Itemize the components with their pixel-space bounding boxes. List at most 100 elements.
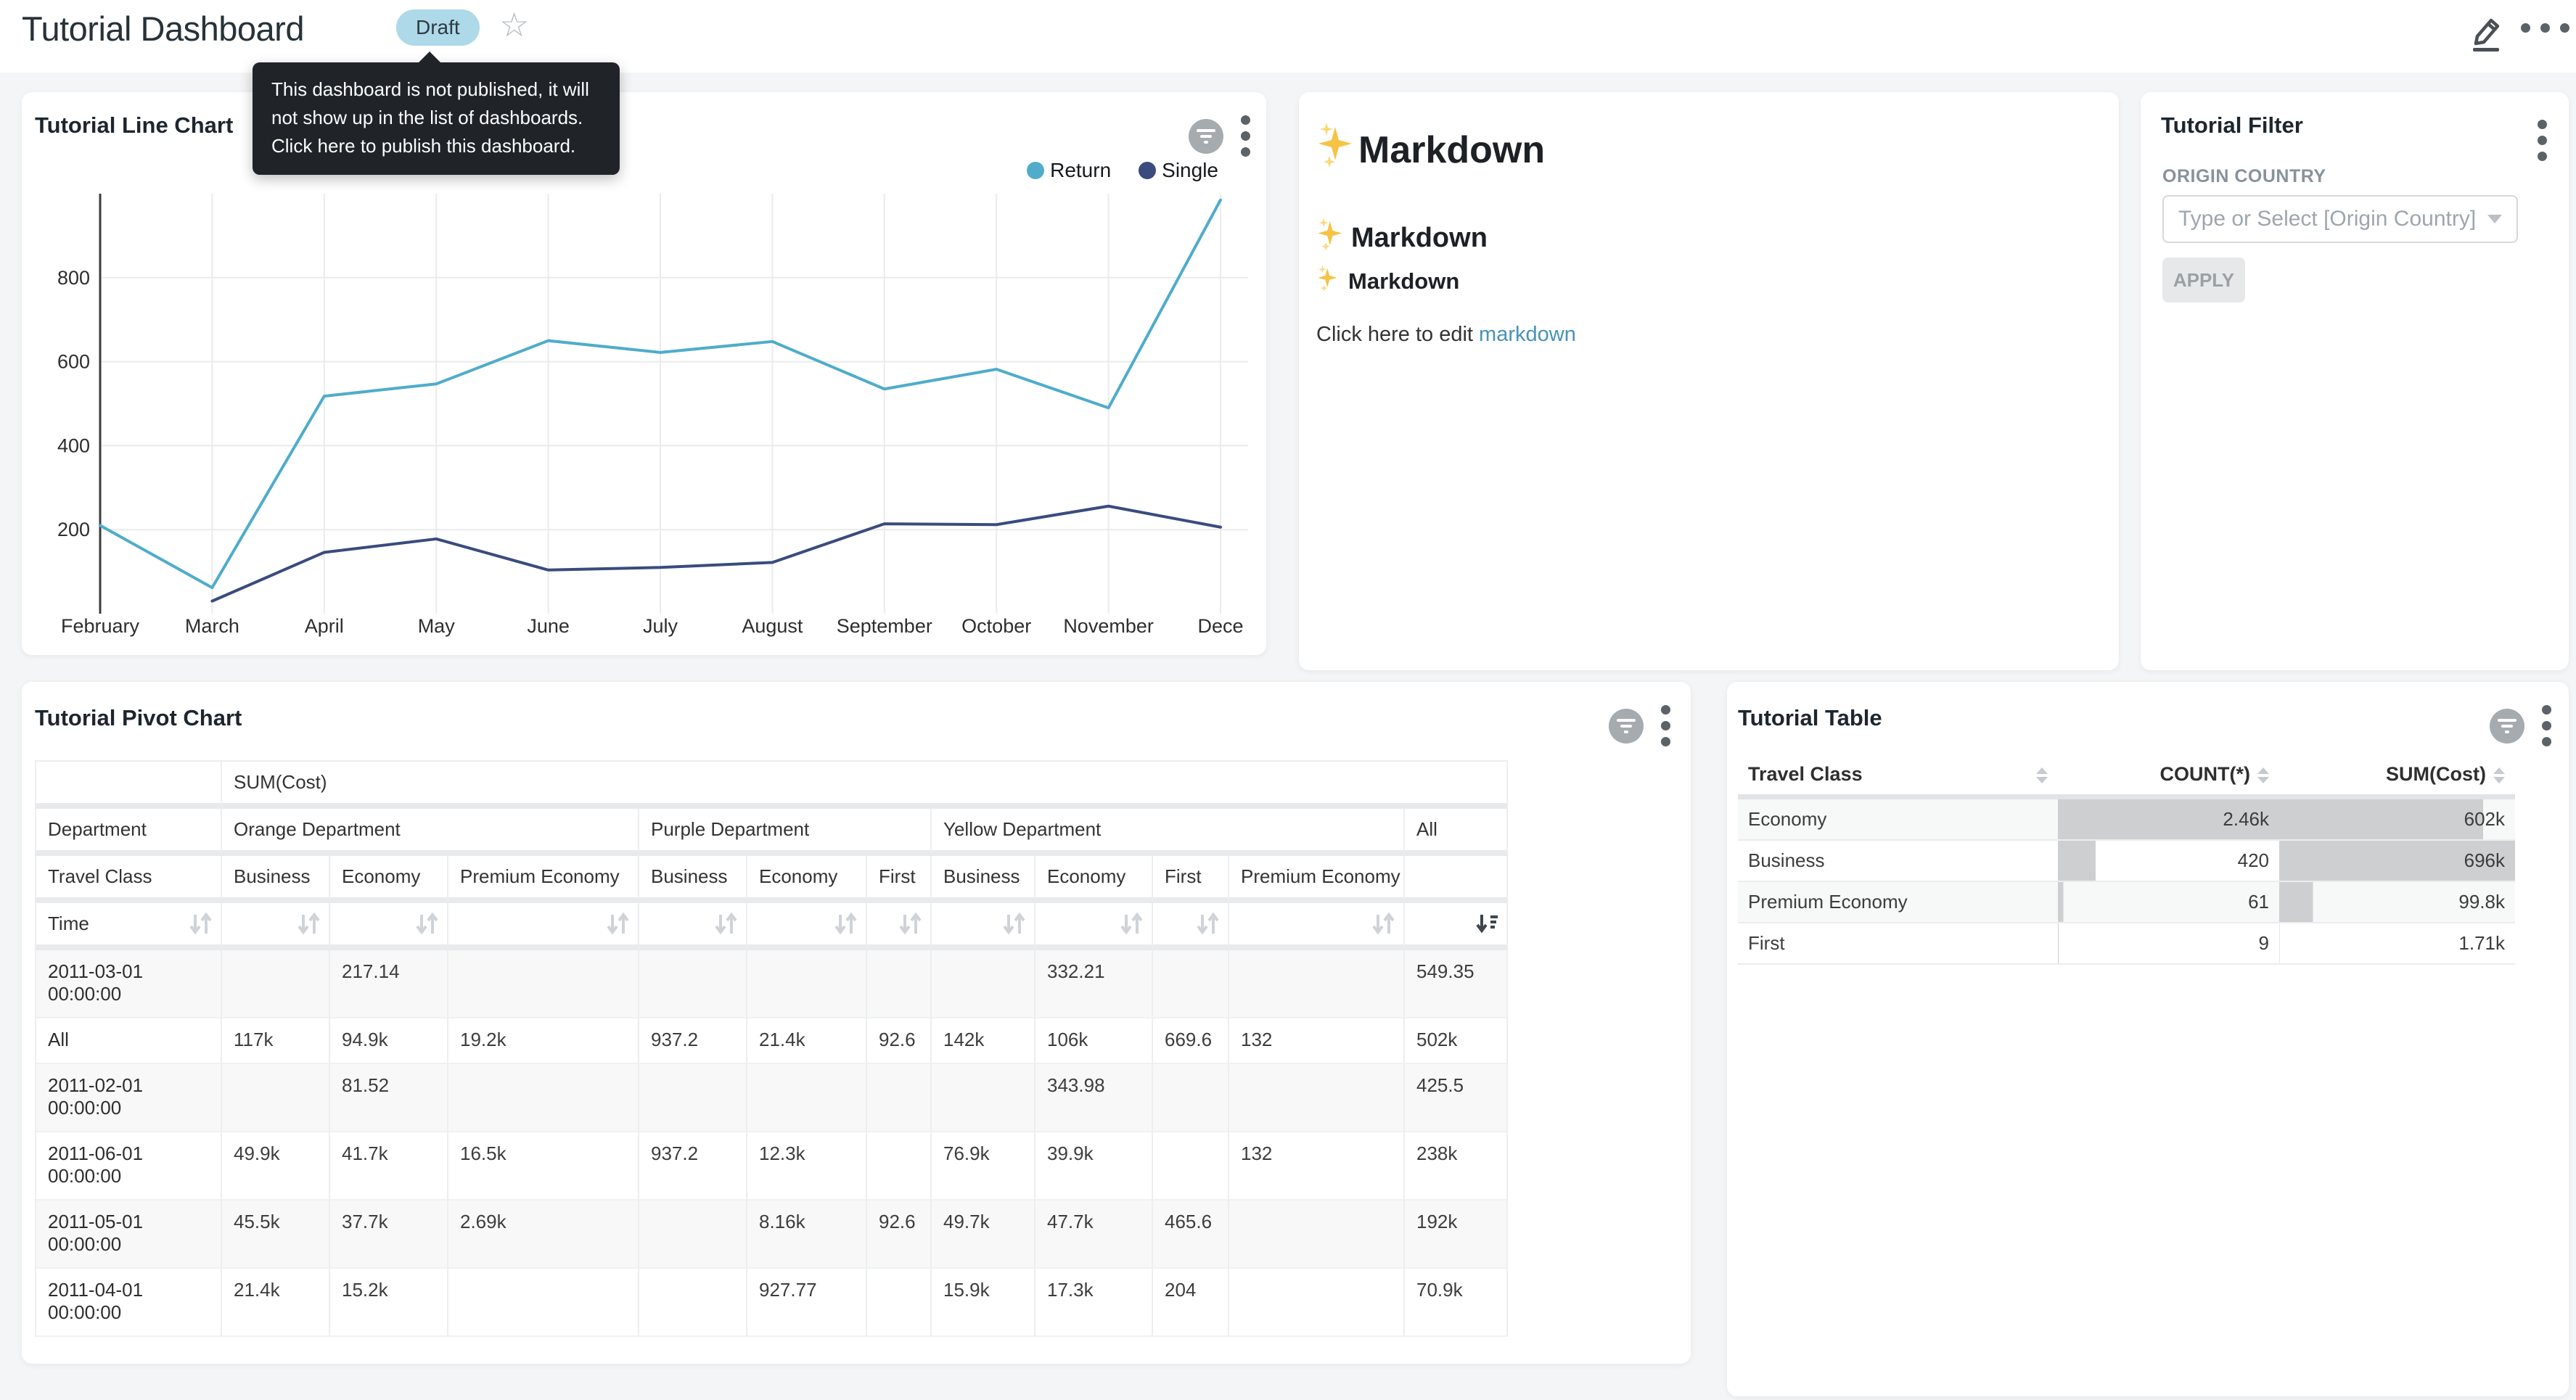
- pivot-cell: 2.69k: [448, 1201, 639, 1269]
- pivot-row-label: 2011-02-0100:00:00: [35, 1064, 222, 1132]
- pivot-chart-title: Tutorial Pivot Chart: [35, 705, 242, 731]
- count-cell: 61: [2058, 882, 2279, 923]
- pivot-sort-header[interactable]: [747, 903, 867, 950]
- pivot-corner-cell: [35, 760, 222, 809]
- sparkles-icon: [1316, 217, 1347, 259]
- pivot-sort-header[interactable]: [222, 903, 330, 950]
- pivot-cell: 41.7k: [330, 1132, 448, 1201]
- pivot-sort-header[interactable]: [867, 903, 932, 950]
- line-chart-card: Tutorial Line Chart ReturnSingle 2004006…: [22, 92, 1266, 655]
- y-tick-label: 800: [57, 267, 90, 289]
- origin-country-select[interactable]: Type or Select [Origin Country]: [2162, 195, 2518, 243]
- pivot-cell: [867, 1132, 932, 1201]
- chart-menu-kebab-icon[interactable]: [2539, 702, 2554, 749]
- pivot-row-label: All: [35, 1018, 222, 1064]
- table-row: Premium Economy6199.8k: [1738, 882, 2515, 923]
- pivot-cell: [639, 1064, 747, 1132]
- pivot-cell: [1153, 950, 1229, 1018]
- pivot-sort-header-active-desc[interactable]: [1405, 903, 1508, 950]
- pivot-cell: 21.4k: [747, 1018, 867, 1064]
- pivot-cell: 132: [1229, 1132, 1405, 1201]
- pivot-cell: 47.7k: [1035, 1201, 1153, 1269]
- x-tick-label: July: [643, 615, 678, 637]
- pivot-cell: 17.3k: [1035, 1269, 1153, 1337]
- markdown-paragraph: Click here to edit markdown: [1316, 323, 1576, 347]
- pivot-cell: 70.9k: [1405, 1269, 1508, 1337]
- x-tick-label: March: [185, 615, 239, 637]
- pivot-row: 2011-04-0100:00:0021.4k15.2k 927.77 15.9k1…: [35, 1269, 1508, 1337]
- sum-cost-cell: 696k: [2279, 841, 2515, 882]
- pivot-cell: 12.3k: [747, 1132, 867, 1201]
- pivot-row-label: 2011-04-0100:00:00: [35, 1269, 222, 1337]
- pivot-cell: [1229, 1064, 1405, 1132]
- pivot-sort-header[interactable]: [1035, 903, 1153, 950]
- sort-caret-icon: [2493, 767, 2505, 783]
- y-tick-label: 400: [57, 435, 90, 456]
- pivot-cell: 192k: [1405, 1201, 1508, 1269]
- pivot-class-header: Economy: [330, 856, 448, 903]
- tooltip-line[interactable]: Click here to publish this dashboard.: [271, 132, 601, 160]
- pivot-cell: 549.35: [1405, 950, 1508, 1018]
- pivot-cell: 15.9k: [932, 1269, 1035, 1337]
- pivot-cell: 21.4k: [222, 1269, 330, 1337]
- applied-filters-icon[interactable]: [1609, 709, 1644, 744]
- pivot-sort-header[interactable]: [330, 903, 448, 950]
- pivot-class-header: Premium Economy: [1229, 856, 1405, 903]
- pivot-cell: [1229, 1269, 1405, 1337]
- pivot-cell: 937.2: [639, 1132, 747, 1201]
- pivot-table: SUM(Cost)DepartmentOrange DepartmentPurp…: [35, 760, 1508, 1337]
- y-tick-label: 200: [57, 519, 90, 540]
- pivot-cell: 8.16k: [747, 1201, 867, 1269]
- more-options-icon[interactable]: [2521, 23, 2569, 33]
- x-tick-label: February: [61, 615, 140, 637]
- sum-cost-cell: 99.8k: [2279, 882, 2515, 923]
- applied-filters-icon[interactable]: [2490, 709, 2524, 744]
- edit-pencil-icon[interactable]: [2467, 12, 2505, 52]
- pivot-cell: 37.7k: [330, 1201, 448, 1269]
- pivot-row: All117k94.9k19.2k937.221.4k92.6142k106k6…: [35, 1018, 1508, 1064]
- sparkles-icon: [1316, 265, 1341, 298]
- pivot-sort-header[interactable]: [448, 903, 639, 950]
- travel-class-cell: Business: [1738, 841, 2058, 882]
- y-tick-label: 600: [57, 351, 90, 373]
- pivot-cell: 927.77: [747, 1269, 867, 1337]
- pivot-all-header: All: [1405, 809, 1508, 856]
- travel-class-cell: Economy: [1738, 799, 2058, 841]
- chart-menu-kebab-icon[interactable]: [1658, 702, 1673, 749]
- pivot-group-header: Yellow Department: [932, 809, 1405, 856]
- markdown-card[interactable]: Markdown Markdown Markdown Click here to…: [1299, 92, 2119, 670]
- travel-class-cell: First: [1738, 923, 2058, 965]
- travel-class-table: Travel ClassCOUNT(*)SUM(Cost)Economy2.46…: [1738, 754, 2515, 965]
- markdown-edit-link[interactable]: markdown: [1479, 323, 1576, 346]
- x-tick-label: October: [961, 615, 1031, 637]
- pivot-sort-header[interactable]: [1229, 903, 1405, 950]
- x-tick-label: May: [418, 615, 456, 637]
- filter-menu-kebab-icon[interactable]: [2535, 117, 2550, 164]
- pivot-sort-header[interactable]: [1153, 903, 1229, 950]
- series-line-single[interactable]: [212, 506, 1221, 601]
- pivot-sort-header[interactable]: [932, 903, 1035, 950]
- pivot-time-sort-header[interactable]: Time: [35, 903, 222, 950]
- markdown-h1: Markdown: [1316, 121, 1545, 178]
- x-tick-label: Dece: [1197, 615, 1243, 637]
- pivot-row-label: 2011-06-0100:00:00: [35, 1132, 222, 1201]
- line-chart-plot[interactable]: 200400600800FebruaryMarchAprilMayJuneJul…: [22, 92, 1266, 655]
- column-header-count[interactable]: COUNT(*): [2058, 754, 2279, 799]
- travel-class-cell: Premium Economy: [1738, 882, 2058, 923]
- pivot-cell: 15.2k: [330, 1269, 448, 1337]
- pivot-metric-header: SUM(Cost): [222, 760, 1508, 809]
- pivot-cell: [1229, 950, 1405, 1018]
- column-header-travel-class[interactable]: Travel Class: [1738, 754, 2058, 799]
- top-bar: Tutorial Dashboard Draft ☆: [0, 0, 2576, 73]
- column-header-sum-cost[interactable]: SUM(Cost): [2279, 754, 2515, 799]
- pivot-sort-header[interactable]: [639, 903, 747, 950]
- pivot-group-header: Purple Department: [639, 809, 932, 856]
- pivot-cell: 343.98: [1035, 1064, 1153, 1132]
- pivot-class-header: [1405, 856, 1508, 903]
- pivot-cell: 465.6: [1153, 1201, 1229, 1269]
- apply-button[interactable]: APPLY: [2162, 258, 2245, 302]
- sort-caret-icon: [2036, 767, 2048, 783]
- draft-tooltip: This dashboard is not published, it will…: [253, 62, 620, 175]
- draft-status-badge[interactable]: Draft: [396, 9, 480, 46]
- favorite-star-icon[interactable]: ☆: [499, 3, 529, 46]
